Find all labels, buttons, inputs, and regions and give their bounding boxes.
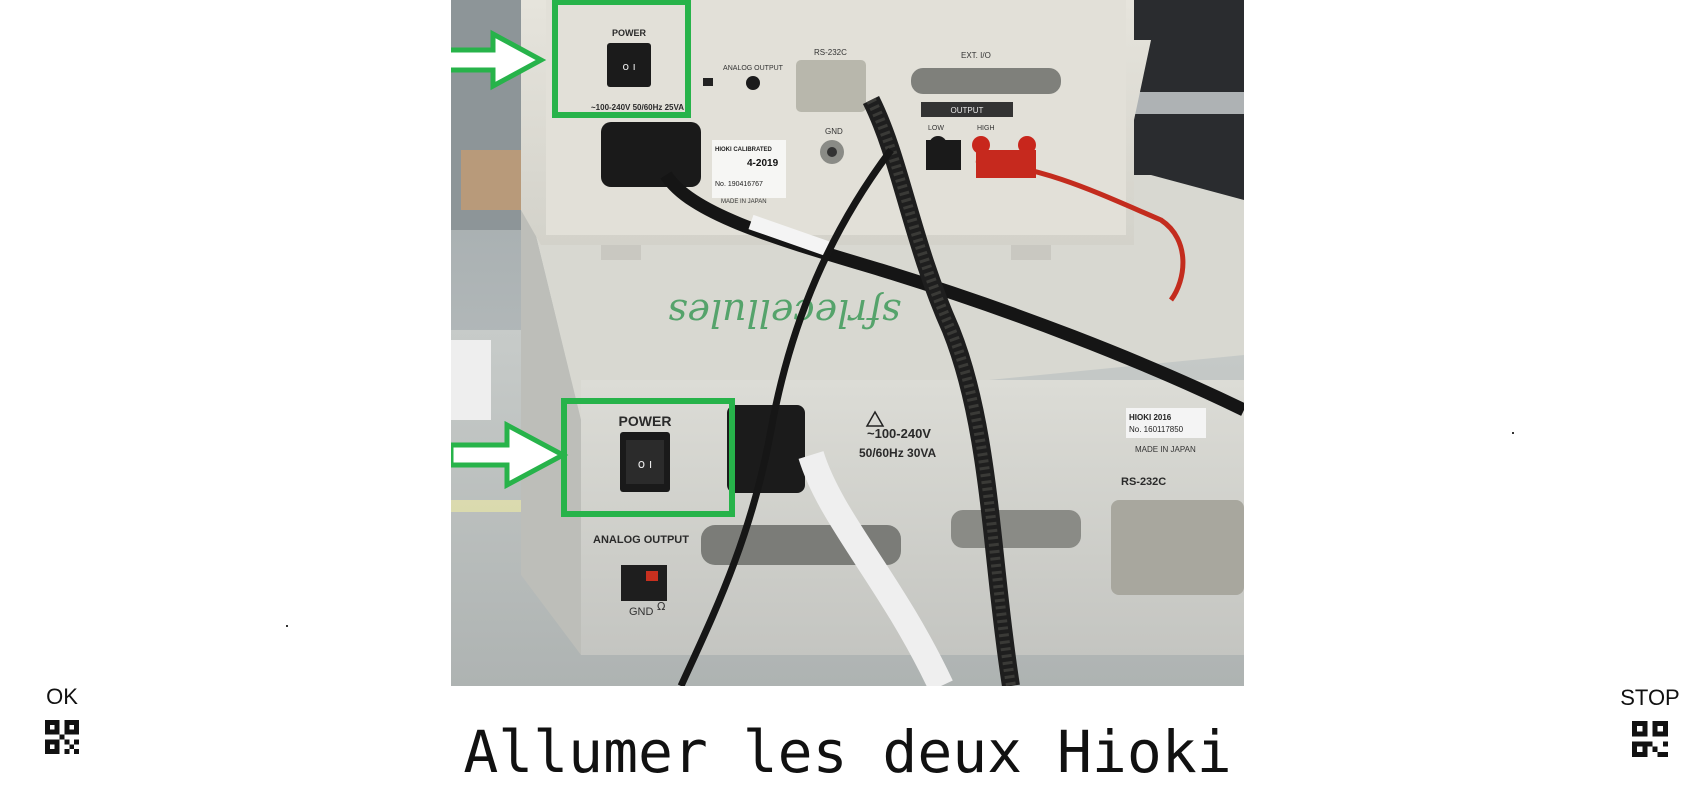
ok-label: OK [46,684,78,709]
svg-text:OUTPUT: OUTPUT [951,106,984,115]
instruction-text: Allumer les deux Hioki [463,718,1232,786]
svg-text:MADE IN JAPAN: MADE IN JAPAN [721,199,767,205]
svg-text:~100-240V 50/60Hz 25VA: ~100-240V 50/60Hz 25VA [591,103,684,112]
wooden-box [461,150,521,210]
svg-text:HIOKI 2016: HIOKI 2016 [1129,413,1172,422]
ok-button[interactable]: OK [38,684,86,760]
svg-text:sfrlecellules: sfrlecellules [668,291,901,335]
svg-text:Ω: Ω [657,600,665,613]
upper-hioki-device: o ı POWER ~100-240V 50/60Hz 25VA ANALOG … [521,0,1151,260]
svg-text:o ı: o ı [638,457,653,471]
svg-text:GND: GND [629,606,654,618]
stop-label: STOP [1620,685,1680,710]
speck [1512,432,1514,434]
svg-text:HIGH: HIGH [977,125,995,132]
svg-text:~100-240V: ~100-240V [867,426,931,441]
svg-text:ANALOG OUTPUT: ANALOG OUTPUT [723,65,784,72]
svg-text:POWER: POWER [619,413,672,429]
svg-text:EXT. I/O: EXT. I/O [961,51,991,60]
svg-text:GND: GND [825,127,843,136]
qr-code-icon [45,720,79,760]
svg-text:HIOKI CALIBRATED: HIOKI CALIBRATED [715,147,773,153]
lower-serial-connector [1111,500,1244,595]
svg-text:LOW: LOW [928,125,944,132]
upper-power-inlet [601,122,701,187]
svg-text:RS-232C: RS-232C [814,48,847,57]
upper-ext-io-port [911,68,1061,94]
svg-text:50/60Hz 30VA: 50/60Hz 30VA [859,446,936,460]
svg-text:No. 160117850: No. 160117850 [1129,425,1184,434]
svg-text:RS-232C: RS-232C [1121,476,1166,488]
svg-text:4-2019: 4-2019 [747,158,779,169]
upper-serial-connector [796,60,866,112]
svg-text:POWER: POWER [612,28,647,38]
speck [286,625,288,627]
svg-text:No. 190416767: No. 190416767 [715,181,763,188]
svg-text:ANALOG OUTPUT: ANALOG OUTPUT [593,534,689,546]
qr-code-icon [1632,721,1668,763]
stop-button[interactable]: STOP [1612,685,1688,763]
lower-gpib-port [951,510,1081,548]
svg-text:MADE IN JAPAN: MADE IN JAPAN [1135,445,1196,454]
instruction-photo: sfrlecellules o ı POWER ~100-240V 50/60H… [451,0,1244,686]
svg-text:o ı: o ı [622,60,635,73]
